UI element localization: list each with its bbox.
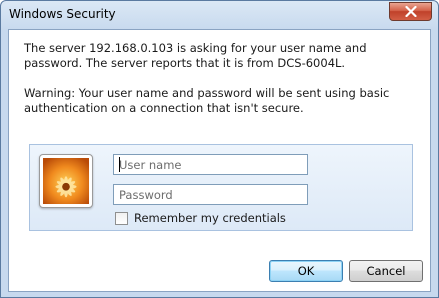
password-input[interactable] xyxy=(113,184,308,205)
remember-checkbox[interactable] xyxy=(115,211,128,225)
remember-label: Remember my credentials xyxy=(134,211,286,225)
dialog-window: Windows Security The server 192.168.0.10… xyxy=(0,0,439,298)
dialog-body: The server 192.168.0.103 is asking for y… xyxy=(8,29,431,292)
warning-message: Warning: Your user name and password wil… xyxy=(24,86,390,115)
server-message: The server 192.168.0.103 is asking for y… xyxy=(24,41,367,70)
window-title: Windows Security xyxy=(9,7,116,21)
close-button[interactable] xyxy=(389,2,432,21)
remember-credentials-option[interactable]: Remember my credentials xyxy=(115,211,286,225)
cancel-button[interactable]: Cancel xyxy=(349,260,423,282)
user-tile-flower-icon xyxy=(43,158,89,204)
user-avatar xyxy=(39,154,93,208)
title-bar[interactable]: Windows Security xyxy=(1,1,438,27)
ok-button[interactable]: OK xyxy=(269,260,343,282)
credential-tile: Remember my credentials xyxy=(29,144,413,231)
close-icon xyxy=(404,6,417,17)
text-caret xyxy=(119,157,120,172)
username-input[interactable] xyxy=(113,154,308,175)
